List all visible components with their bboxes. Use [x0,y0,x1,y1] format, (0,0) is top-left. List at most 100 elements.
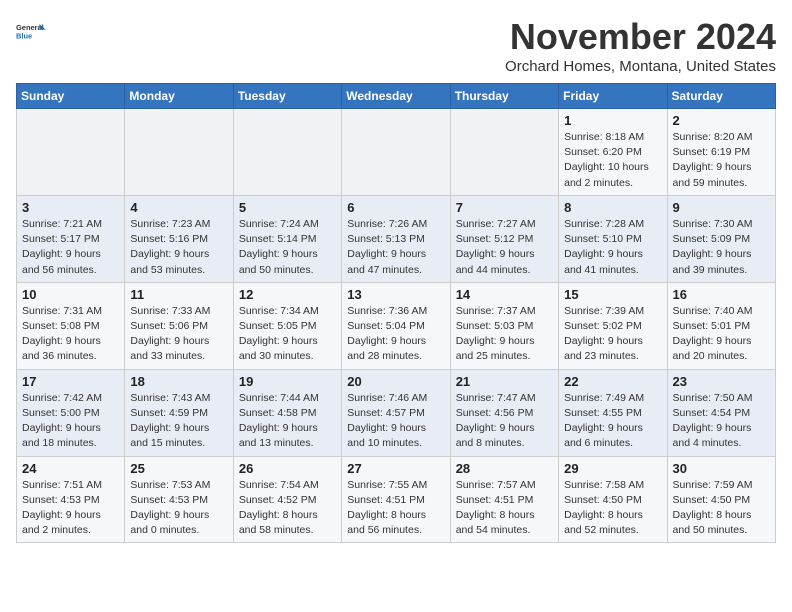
day-number: 30 [673,461,770,476]
calendar-cell: 6Sunrise: 7:26 AM Sunset: 5:13 PM Daylig… [342,195,450,282]
calendar-cell: 23 Sunrise: 7:50 AM Sunset: 4:54 PM Dayli… [667,369,775,456]
day-info: Sunrise: 7:40 AM Sunset: 5:01 PM Dayligh… [673,304,770,365]
page-header: GeneralBlue November 2024 Orchard Homes,… [16,16,776,75]
day-number: 22 [564,374,661,389]
weekday-header: Thursday [450,84,558,109]
calendar-cell: 16Sunrise: 7:40 AM Sunset: 5:01 PM Dayli… [667,282,775,369]
day-info: Sunrise: 7:34 AM Sunset: 5:05 PM Dayligh… [239,304,336,365]
calendar-week-row: 1 Sunrise: 8:18 AM Sunset: 6:20 PM Daylig… [17,109,776,196]
month-title: November 2024 [505,16,776,58]
calendar-week-row: 3 Sunrise: 7:21 AM Sunset: 5:17 PM Daylig… [17,195,776,282]
calendar-table: SundayMondayTuesdayWednesdayThursdayFrid… [16,83,776,543]
day-info: Sunrise: 7:28 AM Sunset: 5:10 PM Dayligh… [564,217,661,278]
day-info: Sunrise: 7:37 AM Sunset: 5:03 PM Dayligh… [456,304,553,365]
calendar-cell: 25 Sunrise: 7:53 AM Sunset: 4:53 PM Dayli… [125,456,233,543]
calendar-cell: 18 Sunrise: 7:43 AM Sunset: 4:59 PM Dayli… [125,369,233,456]
day-info: Sunrise: 7:23 AM Sunset: 5:16 PM Dayligh… [130,217,227,278]
day-number: 10 [22,287,119,302]
day-info: Sunrise: 7:43 AM Sunset: 4:59 PM Dayligh… [130,391,227,452]
day-number: 1 [564,113,661,128]
day-info: Sunrise: 7:46 AM Sunset: 4:57 PM Dayligh… [347,391,444,452]
calendar-cell: 17Sunrise: 7:42 AM Sunset: 5:00 PM Dayli… [17,369,125,456]
day-number: 21 [456,374,553,389]
day-info: Sunrise: 7:47 AM Sunset: 4:56 PM Dayligh… [456,391,553,452]
day-number: 18 [130,374,227,389]
day-number: 12 [239,287,336,302]
calendar-cell: 30 Sunrise: 7:59 AM Sunset: 4:50 PM Dayli… [667,456,775,543]
day-info: Sunrise: 7:30 AM Sunset: 5:09 PM Dayligh… [673,217,770,278]
calendar-cell [233,109,341,196]
calendar-cell: 28Sunrise: 7:57 AM Sunset: 4:51 PM Dayli… [450,456,558,543]
day-number: 23 [673,374,770,389]
calendar-cell: 11Sunrise: 7:33 AM Sunset: 5:06 PM Dayli… [125,282,233,369]
svg-text:Blue: Blue [16,31,32,40]
calendar-cell [450,109,558,196]
day-number: 11 [130,287,227,302]
day-number: 20 [347,374,444,389]
day-info: Sunrise: 8:20 AM Sunset: 6:19 PM Dayligh… [673,130,770,191]
calendar-cell: 9 Sunrise: 7:30 AM Sunset: 5:09 PM Daylig… [667,195,775,282]
calendar-cell: 8 Sunrise: 7:28 AM Sunset: 5:10 PM Daylig… [559,195,667,282]
day-number: 8 [564,200,661,215]
calendar-cell: 7 Sunrise: 7:27 AM Sunset: 5:12 PM Daylig… [450,195,558,282]
calendar-week-row: 10 Sunrise: 7:31 AM Sunset: 5:08 PM Dayli… [17,282,776,369]
calendar-cell: 19 Sunrise: 7:44 AM Sunset: 4:58 PM Dayli… [233,369,341,456]
day-info: Sunrise: 7:50 AM Sunset: 4:54 PM Dayligh… [673,391,770,452]
day-info: Sunrise: 7:36 AM Sunset: 5:04 PM Dayligh… [347,304,444,365]
weekday-header-row: SundayMondayTuesdayWednesdayThursdayFrid… [17,84,776,109]
day-info: Sunrise: 7:54 AM Sunset: 4:52 PM Dayligh… [239,478,336,539]
day-number: 3 [22,200,119,215]
logo-icon: GeneralBlue [16,16,48,48]
day-info: Sunrise: 7:24 AM Sunset: 5:14 PM Dayligh… [239,217,336,278]
calendar-cell: 20 Sunrise: 7:46 AM Sunset: 4:57 PM Dayli… [342,369,450,456]
logo: GeneralBlue [16,16,52,48]
weekday-header: Sunday [17,84,125,109]
day-info: Sunrise: 7:53 AM Sunset: 4:53 PM Dayligh… [130,478,227,539]
calendar-cell: 4 Sunrise: 7:23 AM Sunset: 5:16 PM Daylig… [125,195,233,282]
day-number: 19 [239,374,336,389]
calendar-cell: 14Sunrise: 7:37 AM Sunset: 5:03 PM Dayli… [450,282,558,369]
day-number: 4 [130,200,227,215]
day-info: Sunrise: 7:27 AM Sunset: 5:12 PM Dayligh… [456,217,553,278]
location-title: Orchard Homes, Montana, United States [505,58,776,75]
calendar-cell [17,109,125,196]
calendar-cell: 22 Sunrise: 7:49 AM Sunset: 4:55 PM Dayli… [559,369,667,456]
day-number: 25 [130,461,227,476]
day-info: Sunrise: 7:44 AM Sunset: 4:58 PM Dayligh… [239,391,336,452]
day-info: Sunrise: 7:59 AM Sunset: 4:50 PM Dayligh… [673,478,770,539]
weekday-header: Friday [559,84,667,109]
day-number: 2 [673,113,770,128]
calendar-cell [125,109,233,196]
calendar-cell: 12 Sunrise: 7:34 AM Sunset: 5:05 PM Dayli… [233,282,341,369]
day-info: Sunrise: 7:51 AM Sunset: 4:53 PM Dayligh… [22,478,119,539]
day-info: Sunrise: 7:31 AM Sunset: 5:08 PM Dayligh… [22,304,119,365]
calendar-cell: 15 Sunrise: 7:39 AM Sunset: 5:02 PM Dayli… [559,282,667,369]
calendar-cell: 29Sunrise: 7:58 AM Sunset: 4:50 PM Dayli… [559,456,667,543]
title-block: November 2024 Orchard Homes, Montana, Un… [505,16,776,75]
calendar-cell: 24 Sunrise: 7:51 AM Sunset: 4:53 PM Dayli… [17,456,125,543]
day-number: 5 [239,200,336,215]
day-number: 29 [564,461,661,476]
day-number: 7 [456,200,553,215]
day-number: 28 [456,461,553,476]
day-number: 9 [673,200,770,215]
day-info: Sunrise: 7:49 AM Sunset: 4:55 PM Dayligh… [564,391,661,452]
day-info: Sunrise: 8:18 AM Sunset: 6:20 PM Dayligh… [564,130,661,191]
calendar-week-row: 17Sunrise: 7:42 AM Sunset: 5:00 PM Dayli… [17,369,776,456]
calendar-cell: 13 Sunrise: 7:36 AM Sunset: 5:04 PM Dayli… [342,282,450,369]
day-number: 15 [564,287,661,302]
calendar-cell: 10 Sunrise: 7:31 AM Sunset: 5:08 PM Dayli… [17,282,125,369]
calendar-cell: 21 Sunrise: 7:47 AM Sunset: 4:56 PM Dayli… [450,369,558,456]
calendar-week-row: 24 Sunrise: 7:51 AM Sunset: 4:53 PM Dayli… [17,456,776,543]
day-info: Sunrise: 7:39 AM Sunset: 5:02 PM Dayligh… [564,304,661,365]
day-number: 26 [239,461,336,476]
day-info: Sunrise: 7:21 AM Sunset: 5:17 PM Dayligh… [22,217,119,278]
weekday-header: Wednesday [342,84,450,109]
calendar-cell: 2 Sunrise: 8:20 AM Sunset: 6:19 PM Daylig… [667,109,775,196]
calendar-cell: 27Sunrise: 7:55 AM Sunset: 4:51 PM Dayli… [342,456,450,543]
day-number: 27 [347,461,444,476]
day-number: 24 [22,461,119,476]
calendar-cell: 26 Sunrise: 7:54 AM Sunset: 4:52 PM Dayli… [233,456,341,543]
calendar-cell [342,109,450,196]
day-number: 13 [347,287,444,302]
